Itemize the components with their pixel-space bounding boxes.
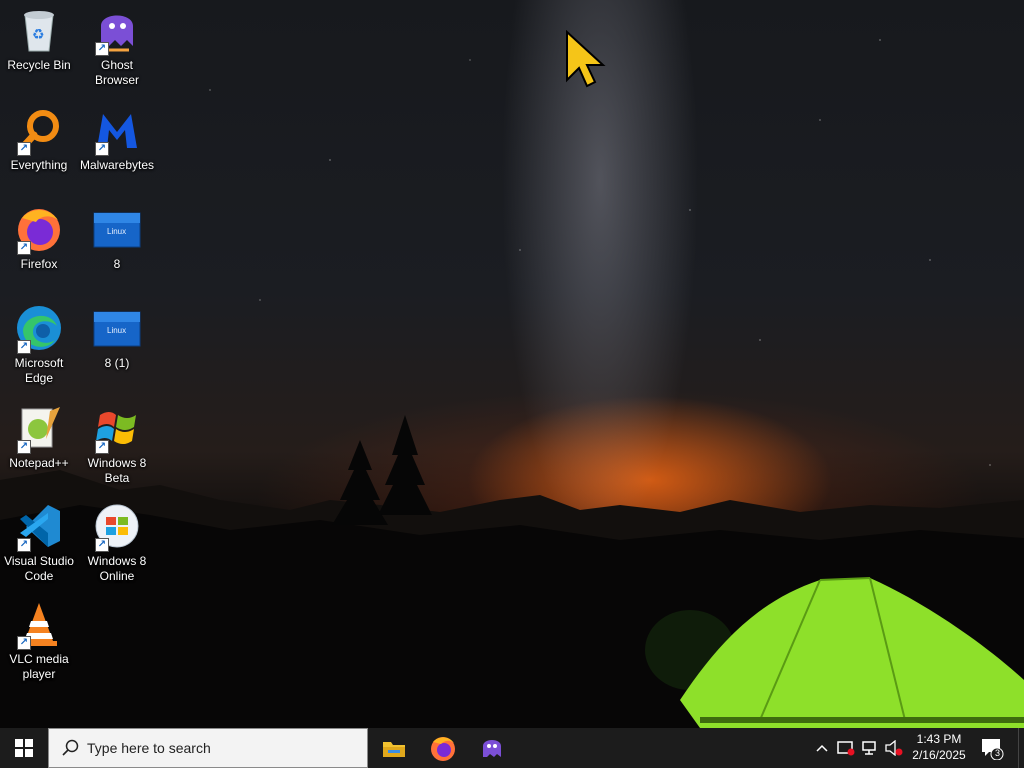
show-hidden-icons-chevron[interactable] — [812, 738, 832, 758]
taskbar-search-box[interactable]: Type here to search — [48, 728, 368, 768]
linux-thumbnail-icon: Linux — [93, 205, 141, 253]
vscode-icon: ↗ — [15, 502, 63, 552]
svg-text:Linux: Linux — [107, 227, 126, 236]
windows-logo-icon: ↗ — [93, 404, 141, 454]
desktop-icon-firefox[interactable]: ↗ Firefox — [0, 205, 78, 272]
desktop-icon-label: Firefox — [20, 257, 58, 271]
volume-muted-icon — [885, 740, 903, 756]
shortcut-arrow-icon: ↗ — [95, 42, 109, 56]
linux-thumbnail-icon: Linux — [93, 304, 141, 352]
desktop-icon-label: Windows 8 Online — [87, 554, 147, 583]
desktop-icon-windows-8-beta[interactable]: ↗ Windows 8 Beta — [78, 404, 156, 486]
desktop-icon-label: Ghost Browser — [94, 58, 139, 87]
shortcut-arrow-icon: ↗ — [17, 142, 31, 156]
desktop-icon-notepadpp[interactable]: ↗ Notepad++ — [0, 404, 78, 471]
edge-icon: ↗ — [15, 304, 63, 354]
taskbar-ghost-browser[interactable] — [468, 728, 516, 768]
desktop-icon-vscode[interactable]: ↗ Visual Studio Code — [0, 502, 78, 584]
windows-start-icon — [15, 739, 33, 757]
desktop-wallpaper: ♻ Recycle Bin ↗ Everything ↗ Firefox ↗ M… — [0, 0, 1024, 728]
desktop-icon-8[interactable]: Linux 8 — [78, 205, 156, 272]
desktop-icon-label: 8 — [113, 257, 121, 271]
chevron-up-icon — [816, 744, 828, 752]
network-icon — [862, 741, 876, 755]
desktop-icon-label: Recycle Bin — [7, 58, 71, 72]
desktop-icon-windows-8-online[interactable]: ↗ Windows 8 Online — [78, 502, 156, 584]
shortcut-arrow-icon: ↗ — [95, 142, 109, 156]
taskbar-firefox[interactable] — [419, 728, 467, 768]
taskbar-file-explorer[interactable] — [370, 728, 418, 768]
svg-text:♻: ♻ — [32, 26, 45, 42]
vlc-icon: ↗ — [15, 600, 63, 650]
taskbar-clock[interactable]: 1:43 PM 2/16/2025 — [904, 731, 974, 763]
desktop-icon-label: Microsoft Edge — [14, 356, 64, 385]
tray-security-icon[interactable] — [836, 738, 856, 758]
clock-date: 2/16/2025 — [912, 748, 966, 762]
shortcut-arrow-icon: ↗ — [17, 340, 31, 354]
tray-network-icon[interactable] — [860, 738, 880, 758]
ghost-browser-icon: ↗ — [93, 6, 141, 56]
svg-text:Linux: Linux — [107, 326, 126, 335]
action-center-button[interactable]: 3 — [980, 736, 1004, 761]
windows-orb-icon: ↗ — [93, 502, 141, 552]
shortcut-arrow-icon: ↗ — [17, 440, 31, 454]
show-desktop-button[interactable] — [1018, 728, 1024, 768]
malwarebytes-icon: ↗ — [93, 106, 141, 156]
ghost-browser-icon — [483, 740, 501, 757]
shortcut-arrow-icon: ↗ — [95, 538, 109, 552]
desktop-icon-label: Malwarebytes — [79, 158, 155, 172]
desktop-icon-microsoft-edge[interactable]: ↗ Microsoft Edge — [0, 304, 78, 386]
shortcut-arrow-icon: ↗ — [17, 636, 31, 650]
desktop-icon-label: VLC media player — [9, 652, 69, 681]
desktop-icon-label: 8 (1) — [104, 356, 130, 370]
security-warning-icon — [837, 741, 855, 756]
start-button[interactable] — [0, 728, 48, 768]
search-placeholder: Type here to search — [87, 740, 211, 756]
desktop-icon-label: Windows 8 Beta — [87, 456, 147, 485]
firefox-icon — [431, 737, 455, 761]
notification-count-badge: 3 — [994, 748, 1000, 758]
desktop-icon-vlc[interactable]: ↗ VLC media player — [0, 600, 78, 682]
firefox-icon: ↗ — [15, 205, 63, 255]
desktop-icon-ghost-browser[interactable]: ↗ Ghost Browser — [78, 6, 156, 88]
mouse-cursor-icon — [566, 30, 606, 88]
taskbar: Type here to search 1:43 PM 2/16/2025 3 — [0, 728, 1024, 768]
desktop-icon-malwarebytes[interactable]: ↗ Malwarebytes — [78, 106, 156, 173]
shortcut-arrow-icon: ↗ — [17, 241, 31, 255]
clock-time: 1:43 PM — [916, 732, 962, 746]
desktop-icon-label: Visual Studio Code — [4, 554, 74, 583]
everything-search-icon: ↗ — [15, 106, 63, 156]
search-icon — [62, 739, 79, 756]
desktop-icon-recycle-bin[interactable]: ♻ Recycle Bin — [0, 6, 78, 73]
recycle-bin-icon: ♻ — [15, 6, 63, 54]
notepadpp-icon: ↗ — [15, 404, 63, 454]
shortcut-arrow-icon: ↗ — [17, 538, 31, 552]
desktop-icon-everything[interactable]: ↗ Everything — [0, 106, 78, 173]
shortcut-arrow-icon: ↗ — [95, 440, 109, 454]
desktop-icon-label: Notepad++ — [9, 456, 69, 470]
tray-volume-icon[interactable] — [884, 738, 904, 758]
desktop-icon-8-1[interactable]: Linux 8 (1) — [78, 304, 156, 371]
desktop-icon-label: Everything — [10, 158, 68, 172]
file-explorer-icon — [383, 742, 405, 757]
